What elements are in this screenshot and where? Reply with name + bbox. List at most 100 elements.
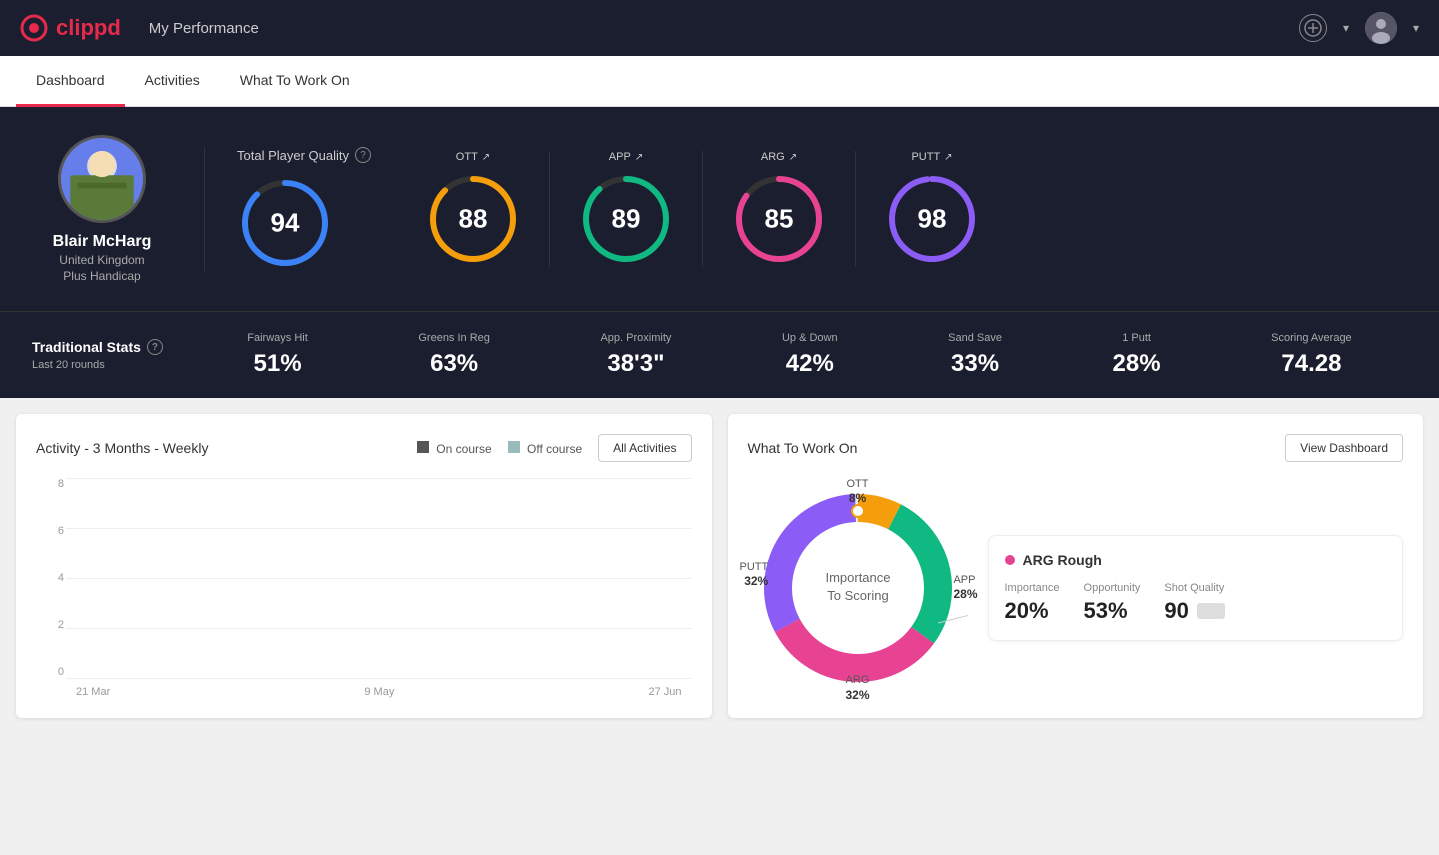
view-dashboard-button[interactable]: View Dashboard bbox=[1285, 434, 1403, 462]
ott-arrow: ↗ bbox=[482, 152, 490, 163]
stat-greens-label: Greens In Reg bbox=[418, 332, 490, 344]
stat-proximity-label: App. Proximity bbox=[600, 332, 671, 344]
donut-center-2: To Scoring bbox=[827, 588, 888, 603]
stat-fairways-label: Fairways Hit bbox=[247, 332, 308, 344]
stat-scoring: Scoring Average 74.28 bbox=[1271, 332, 1352, 378]
tabs-bar: Dashboard Activities What To Work On bbox=[0, 56, 1439, 107]
stats-label: Traditional Stats ? Last 20 rounds bbox=[32, 339, 192, 371]
x-label-mar: 21 Mar bbox=[76, 686, 110, 698]
chart-area: 8 6 4 2 0 21 Mar 9 May 27 Jun bbox=[36, 478, 692, 698]
legend-on-course: On course bbox=[417, 441, 492, 456]
all-activities-button[interactable]: All Activities bbox=[598, 434, 691, 462]
work-title: What To Work On bbox=[748, 440, 858, 456]
y-label-6: 6 bbox=[58, 525, 64, 537]
stat-fairways-value: 51% bbox=[247, 350, 308, 378]
x-axis-labels: 21 Mar 9 May 27 Jun bbox=[66, 686, 692, 698]
putt-seg-name: PUTT bbox=[740, 561, 769, 574]
app-seg-pct: 28% bbox=[953, 587, 977, 601]
ott-label: OTT bbox=[456, 151, 478, 163]
putt-dot bbox=[775, 582, 787, 594]
opportunity-value: 53% bbox=[1084, 598, 1141, 624]
tab-dashboard[interactable]: Dashboard bbox=[16, 56, 125, 107]
stats-title: Traditional Stats bbox=[32, 339, 141, 355]
header-right: ▾ ▾ bbox=[1299, 12, 1419, 44]
stat-greens: Greens In Reg 63% bbox=[418, 332, 490, 378]
on-course-label: On course bbox=[436, 442, 491, 456]
donut-chart: Importance To Scoring OTT 8% APP 28% ARG… bbox=[748, 478, 968, 698]
user-dropdown-arrow[interactable]: ▾ bbox=[1413, 21, 1419, 35]
user-avatar[interactable] bbox=[1365, 12, 1397, 44]
player-avatar bbox=[58, 135, 146, 223]
putt-value: 98 bbox=[918, 204, 947, 235]
putt-arrow: ↗ bbox=[944, 152, 952, 163]
tab-what-to-work-on[interactable]: What To Work On bbox=[220, 56, 370, 107]
detail-metric-shot-quality: Shot Quality 90 bbox=[1164, 582, 1224, 624]
ott-value: 88 bbox=[459, 204, 488, 235]
player-handicap: Plus Handicap bbox=[63, 269, 140, 283]
app-arrow: ↗ bbox=[635, 152, 643, 163]
off-course-dot bbox=[508, 441, 520, 453]
stat-proximity: App. Proximity 38'3" bbox=[600, 332, 671, 378]
y-label-8: 8 bbox=[58, 478, 64, 490]
total-quality-value: 94 bbox=[271, 208, 300, 239]
stat-scoring-value: 74.28 bbox=[1271, 350, 1352, 378]
x-label-may: 9 May bbox=[364, 686, 394, 698]
logo-text: clippd bbox=[56, 15, 121, 41]
donut-center-1: Importance bbox=[825, 570, 890, 585]
chart-header: Activity - 3 Months - Weekly On course O… bbox=[36, 434, 692, 462]
arg-seg-name: ARG bbox=[845, 674, 869, 687]
app-value: 89 bbox=[612, 204, 641, 235]
player-name: Blair McHarg bbox=[53, 233, 152, 251]
detail-card-title: ARG Rough bbox=[1005, 552, 1387, 568]
metric-app: APP ↗ 89 bbox=[550, 151, 703, 267]
arg-label: ARG bbox=[761, 151, 785, 163]
arg-arrow: ↗ bbox=[789, 152, 797, 163]
add-button[interactable] bbox=[1299, 14, 1327, 42]
chart-title: Activity - 3 Months - Weekly bbox=[36, 440, 208, 456]
work-panel: What To Work On View Dashboard bbox=[728, 414, 1424, 718]
detail-card: ARG Rough Importance 20% Opportunity 53%… bbox=[988, 535, 1404, 641]
metric-putt: PUTT ↗ 98 bbox=[856, 151, 1008, 267]
on-course-dot bbox=[417, 441, 429, 453]
putt-segment-label: PUTT 32% bbox=[740, 561, 769, 589]
putt-circle: 98 bbox=[884, 171, 980, 267]
stats-bar: Traditional Stats ? Last 20 rounds Fairw… bbox=[0, 311, 1439, 398]
arg-segment-label: ARG 32% bbox=[845, 674, 869, 702]
quality-label-text: Total Player Quality bbox=[237, 148, 349, 163]
stat-sandsave-value: 33% bbox=[948, 350, 1002, 378]
app-dot bbox=[929, 619, 941, 631]
grid-line-0 bbox=[66, 678, 692, 679]
ott-seg-name: OTT bbox=[847, 478, 869, 491]
metric-arg: ARG ↗ 85 bbox=[703, 151, 856, 267]
app-circle: 89 bbox=[578, 171, 674, 267]
add-dropdown-arrow[interactable]: ▾ bbox=[1343, 21, 1349, 35]
logo: clippd My Performance bbox=[20, 14, 259, 42]
stat-updown-label: Up & Down bbox=[782, 332, 838, 344]
stat-1putt-value: 28% bbox=[1113, 350, 1161, 378]
importance-value: 20% bbox=[1005, 598, 1060, 624]
app-label: APP bbox=[609, 151, 631, 163]
putt-label: PUTT bbox=[911, 151, 940, 163]
header-title: My Performance bbox=[149, 20, 259, 37]
ott-segment-label: OTT 8% bbox=[847, 478, 869, 506]
header: clippd My Performance ▾ ▾ bbox=[0, 0, 1439, 56]
shot-quality-value: 90 bbox=[1164, 598, 1188, 624]
bottom-panels: Activity - 3 Months - Weekly On course O… bbox=[0, 398, 1439, 734]
stats-subtitle: Last 20 rounds bbox=[32, 359, 192, 371]
work-content: Importance To Scoring OTT 8% APP 28% ARG… bbox=[748, 478, 1404, 698]
arg-dot bbox=[852, 659, 864, 671]
work-detail: ARG Rough Importance 20% Opportunity 53%… bbox=[988, 535, 1404, 641]
quality-section: Total Player Quality ? 94 OTT bbox=[204, 147, 1407, 271]
stat-items: Fairways Hit 51% Greens In Reg 63% App. … bbox=[192, 332, 1407, 378]
stat-sandsave-label: Sand Save bbox=[948, 332, 1002, 344]
off-course-label: Off course bbox=[527, 442, 582, 456]
arg-seg-pct: 32% bbox=[845, 688, 869, 702]
arg-value: 85 bbox=[765, 204, 794, 235]
stats-help-icon[interactable]: ? bbox=[147, 339, 163, 355]
app-seg-name: APP bbox=[953, 574, 977, 587]
legend-off-course: Off course bbox=[508, 441, 582, 456]
y-axis-labels: 8 6 4 2 0 bbox=[36, 478, 64, 678]
tab-activities[interactable]: Activities bbox=[125, 56, 220, 107]
quality-help-icon[interactable]: ? bbox=[355, 147, 371, 163]
stat-updown-value: 42% bbox=[782, 350, 838, 378]
